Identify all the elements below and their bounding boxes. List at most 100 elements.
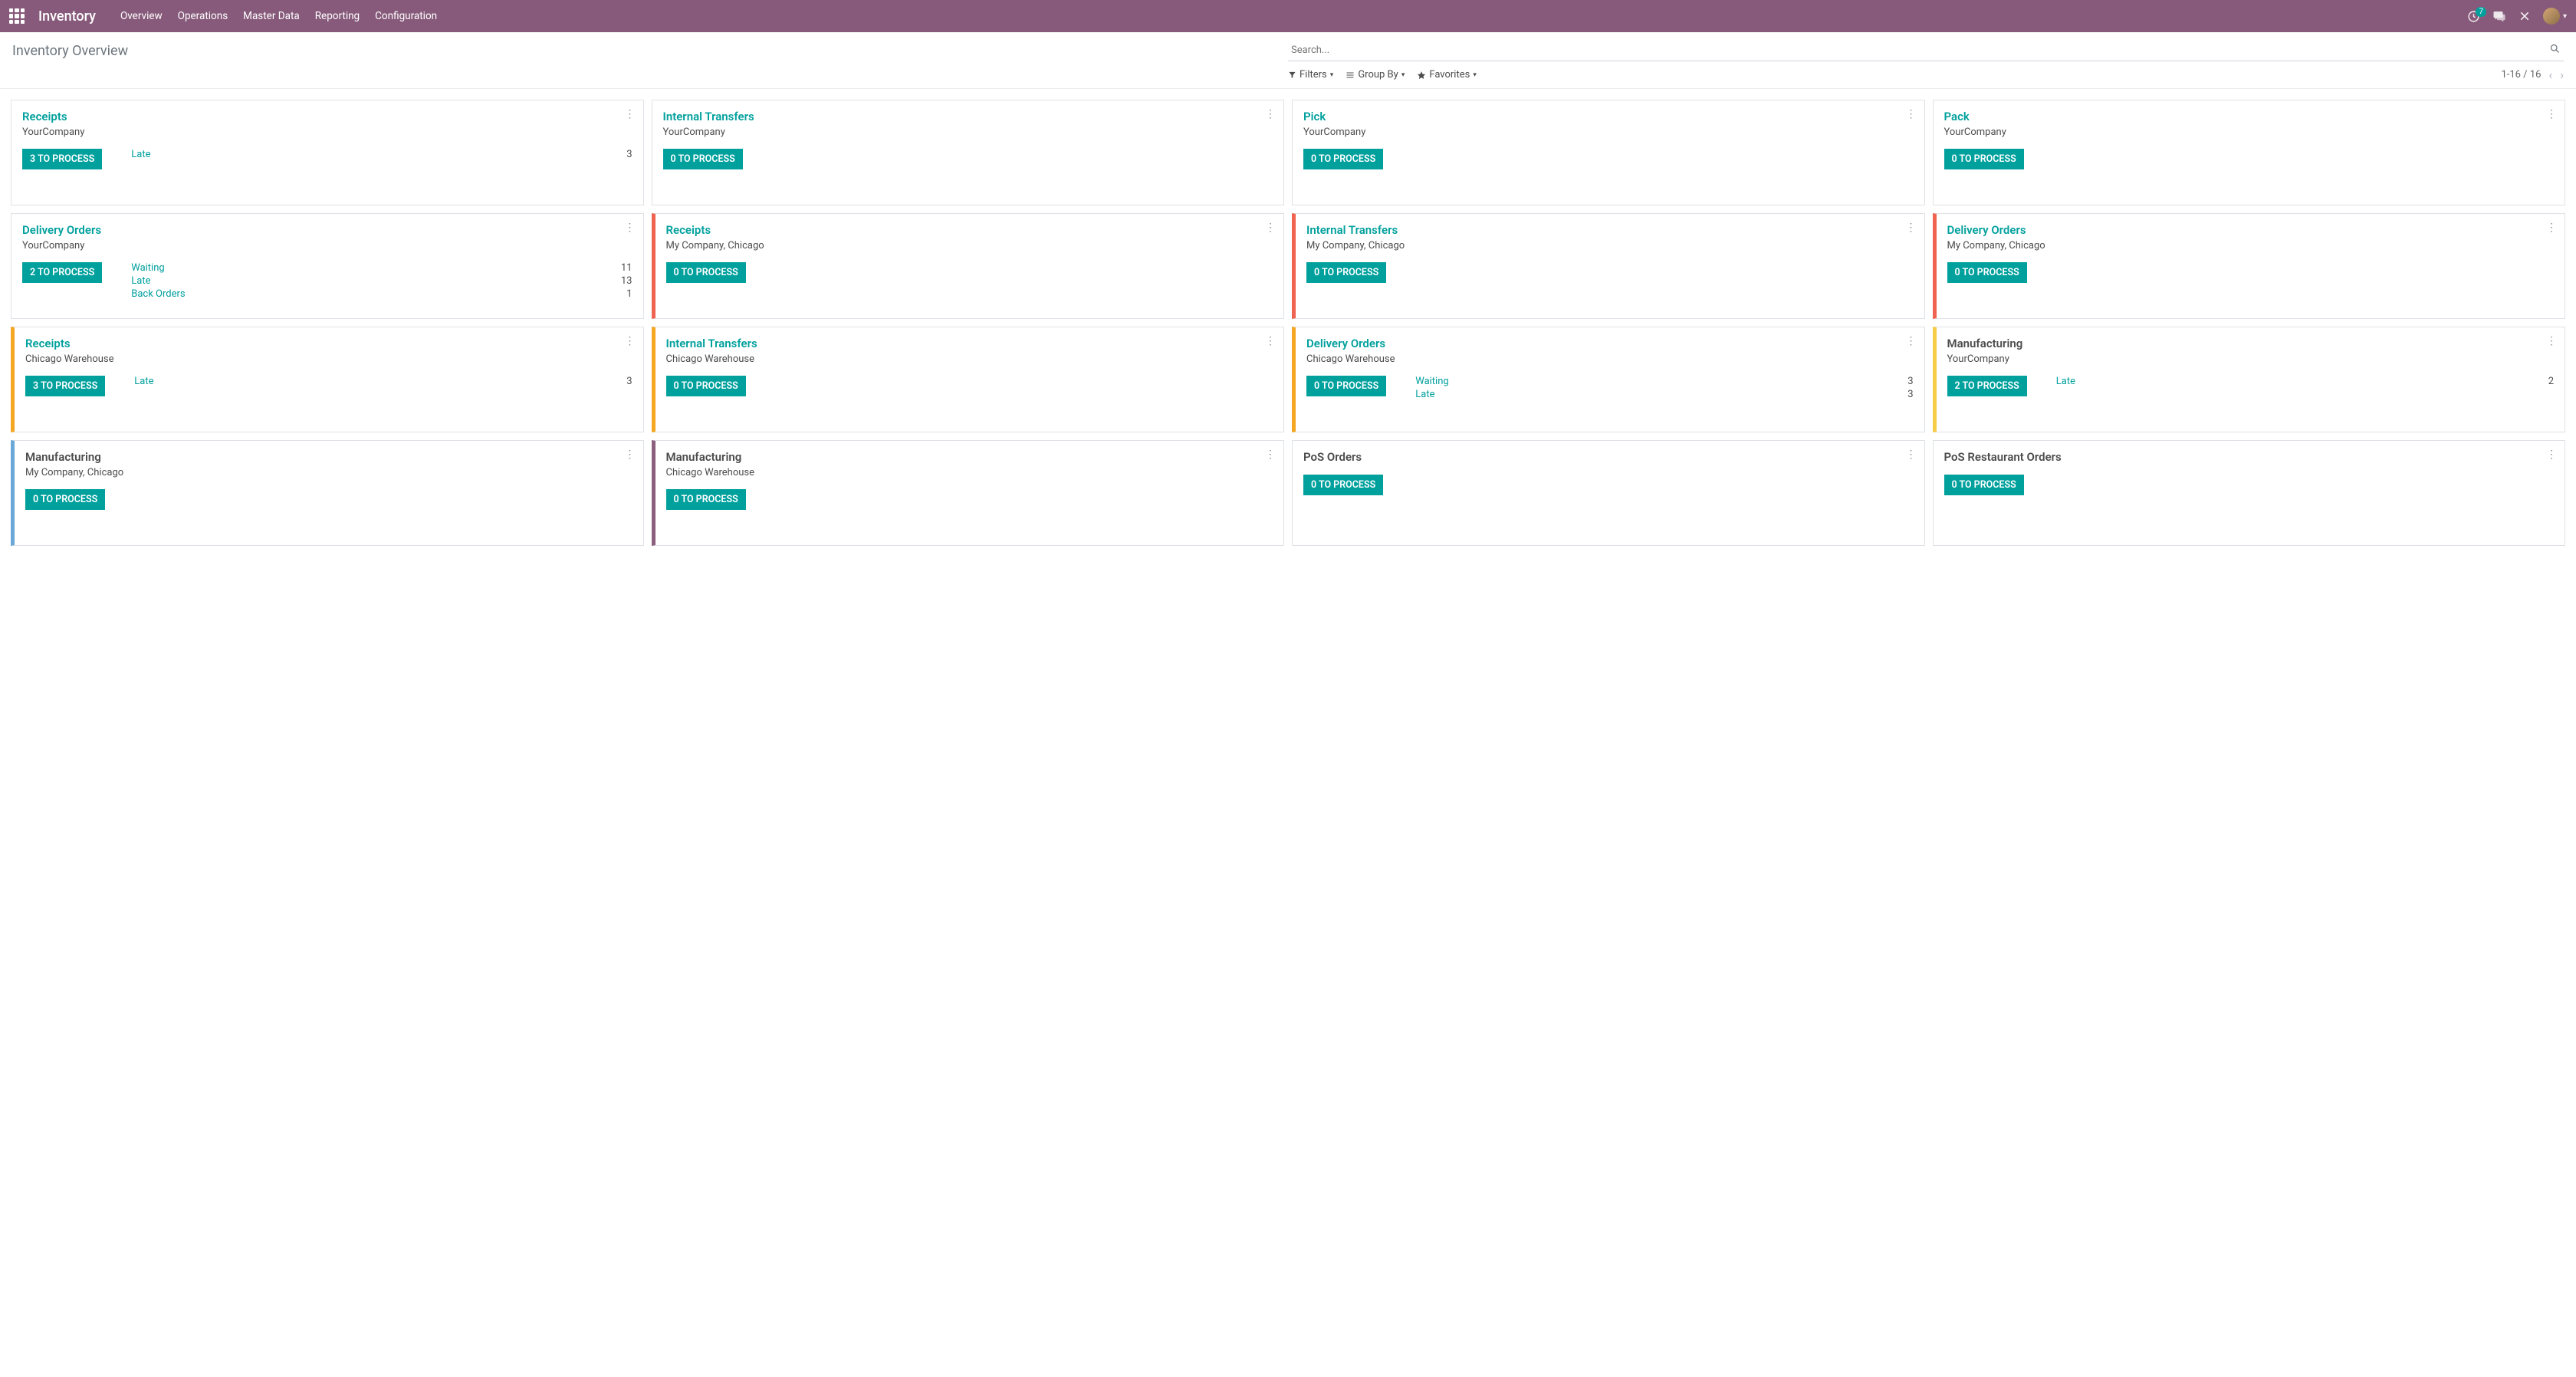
kanban-card[interactable]: ⋮PackYourCompany0 TO PROCESS <box>1933 100 2566 205</box>
stat-value: 3 <box>626 376 632 387</box>
process-button[interactable]: 0 TO PROCESS <box>1947 262 2027 283</box>
card-menu-icon[interactable]: ⋮ <box>2546 335 2557 347</box>
kanban-card[interactable]: ⋮PickYourCompany0 TO PROCESS <box>1292 100 1925 205</box>
search-toolbar: Filters ▾ Group By ▾ Favorites ▾ 1-16 / … <box>1288 67 2564 82</box>
menu-operations[interactable]: Operations <box>178 10 228 22</box>
menu-reporting[interactable]: Reporting <box>315 10 360 22</box>
menu-master-data[interactable]: Master Data <box>243 10 300 22</box>
card-title[interactable]: Internal Transfers <box>663 110 1273 123</box>
process-button[interactable]: 0 TO PROCESS <box>1306 262 1386 283</box>
card-menu-icon[interactable]: ⋮ <box>1265 222 1276 234</box>
kanban-card[interactable]: ⋮Delivery OrdersMy Company, Chicago0 TO … <box>1933 213 2566 319</box>
card-subtitle: Chicago Warehouse <box>666 467 1273 478</box>
card-menu-icon[interactable]: ⋮ <box>1265 449 1276 461</box>
card-title: Manufacturing <box>25 450 632 464</box>
user-menu[interactable]: ▾ <box>2543 8 2567 25</box>
card-body: 0 TO PROCESS <box>1947 262 2555 283</box>
card-subtitle: Chicago Warehouse <box>25 353 632 365</box>
kanban-card[interactable]: ⋮Internal TransfersYourCompany0 TO PROCE… <box>652 100 1285 205</box>
stat-label[interactable]: Late <box>134 376 153 387</box>
stat-row: Waiting 3 <box>1415 376 1913 387</box>
card-menu-icon[interactable]: ⋮ <box>1906 449 1917 461</box>
kanban-card[interactable]: ⋮ManufacturingChicago Warehouse0 TO PROC… <box>652 440 1285 546</box>
stat-label[interactable]: Late <box>131 149 150 160</box>
card-title[interactable]: Internal Transfers <box>1306 223 1914 237</box>
process-button[interactable]: 0 TO PROCESS <box>666 376 746 396</box>
pager-text: 1-16 / 16 <box>2501 69 2541 81</box>
kanban-card[interactable]: ⋮Receipts Chicago Warehouse 3 TO PROCESS La… <box>11 327 644 432</box>
stat-label[interactable]: Back Orders <box>131 288 185 300</box>
process-button[interactable]: 0 TO PROCESS <box>666 489 746 510</box>
stat-label[interactable]: Waiting <box>131 262 164 274</box>
card-title[interactable]: Receipts <box>25 337 632 350</box>
kanban-card[interactable]: ⋮Internal TransfersMy Company, Chicago0 … <box>1292 213 1925 319</box>
menu-overview[interactable]: Overview <box>120 10 163 22</box>
process-button[interactable]: 2 TO PROCESS <box>1947 376 2027 396</box>
control-panel: Inventory Overview Filters ▾ Group By <box>0 32 2576 89</box>
kanban-card[interactable]: ⋮Internal TransfersChicago Warehouse0 TO… <box>652 327 1285 432</box>
discuss-icon[interactable] <box>2492 9 2506 23</box>
card-menu-icon[interactable]: ⋮ <box>625 108 636 120</box>
search-icon[interactable] <box>2549 43 2561 54</box>
card-menu-icon[interactable]: ⋮ <box>1265 108 1276 120</box>
process-button[interactable]: 0 TO PROCESS <box>1944 475 2024 495</box>
card-title[interactable]: Receipts <box>666 223 1273 237</box>
apps-icon[interactable] <box>9 8 25 24</box>
kanban-card[interactable]: ⋮ReceiptsYourCompany3 TO PROCESSLate3 <box>11 100 644 205</box>
process-button[interactable]: 3 TO PROCESS <box>22 149 102 169</box>
groupby-label: Group By <box>1358 69 1398 81</box>
groupby-button[interactable]: Group By ▾ <box>1346 69 1405 81</box>
card-title[interactable]: Internal Transfers <box>666 337 1273 350</box>
card-menu-icon[interactable]: ⋮ <box>625 449 636 461</box>
process-button[interactable]: 0 TO PROCESS <box>1303 475 1383 495</box>
kanban-card[interactable]: ⋮ManufacturingYourCompany2 TO PROCESSLat… <box>1933 327 2566 432</box>
page-title: Inventory Overview <box>12 43 128 59</box>
card-menu-icon[interactable]: ⋮ <box>1906 108 1917 120</box>
activity-button[interactable]: 7 <box>2467 10 2480 23</box>
kanban-card[interactable]: ⋮ManufacturingMy Company, Chicago0 TO PR… <box>11 440 644 546</box>
kanban-card[interactable]: ⋮Receipts My Company, Chicago 0 TO PROCESS <box>652 213 1285 319</box>
close-icon[interactable] <box>2518 10 2531 22</box>
kanban-card[interactable]: ⋮Delivery OrdersChicago Warehouse0 TO PR… <box>1292 327 1925 432</box>
process-button[interactable]: 0 TO PROCESS <box>1944 149 2024 169</box>
stat-label[interactable]: Late <box>131 275 150 287</box>
menu-configuration[interactable]: Configuration <box>375 10 437 22</box>
process-button[interactable]: 0 TO PROCESS <box>1306 376 1386 396</box>
card-title[interactable]: Delivery Orders <box>1306 337 1914 350</box>
stat-label[interactable]: Late <box>1415 389 1434 400</box>
card-title[interactable]: Pack <box>1944 110 2555 123</box>
pager-next[interactable]: › <box>2560 67 2564 82</box>
card-menu-icon[interactable]: ⋮ <box>1906 222 1917 234</box>
card-subtitle: My Company, Chicago <box>666 240 1273 251</box>
stat-value: 13 <box>621 275 632 287</box>
card-title[interactable]: Pick <box>1303 110 1914 123</box>
kanban-card[interactable]: ⋮Delivery OrdersYourCompany2 TO PROCESSW… <box>11 213 644 319</box>
search-input[interactable] <box>1288 40 2564 61</box>
kanban-card[interactable]: ⋮PoS Restaurant Orders0 TO PROCESS <box>1933 440 2566 546</box>
process-button[interactable]: 0 TO PROCESS <box>25 489 105 510</box>
card-menu-icon[interactable]: ⋮ <box>1265 335 1276 347</box>
card-menu-icon[interactable]: ⋮ <box>625 222 636 234</box>
process-button[interactable]: 0 TO PROCESS <box>1303 149 1383 169</box>
card-menu-icon[interactable]: ⋮ <box>2546 222 2557 234</box>
kanban-card[interactable]: ⋮PoS Orders0 TO PROCESS <box>1292 440 1925 546</box>
stat-label[interactable]: Waiting <box>1415 376 1448 387</box>
process-button[interactable]: 0 TO PROCESS <box>663 149 743 169</box>
favorites-button[interactable]: Favorites ▾ <box>1417 69 1477 81</box>
card-menu-icon[interactable]: ⋮ <box>625 335 636 347</box>
filters-button[interactable]: Filters ▾ <box>1288 69 1333 81</box>
card-menu-icon[interactable]: ⋮ <box>2546 449 2557 461</box>
process-button[interactable]: 2 TO PROCESS <box>22 262 102 283</box>
card-title[interactable]: Delivery Orders <box>1947 223 2555 237</box>
pager-prev[interactable]: ‹ <box>2548 67 2552 82</box>
caret-down-icon: ▾ <box>1401 71 1405 79</box>
app-brand[interactable]: Inventory <box>38 8 96 25</box>
process-button[interactable]: 0 TO PROCESS <box>666 262 746 283</box>
stat-label[interactable]: Late <box>2056 376 2075 387</box>
card-title[interactable]: Receipts <box>22 110 632 123</box>
card-title[interactable]: Delivery Orders <box>22 223 632 237</box>
card-menu-icon[interactable]: ⋮ <box>2546 108 2557 120</box>
process-button[interactable]: 3 TO PROCESS <box>25 376 105 396</box>
card-menu-icon[interactable]: ⋮ <box>1906 335 1917 347</box>
stat-value: 3 <box>1907 376 1913 387</box>
